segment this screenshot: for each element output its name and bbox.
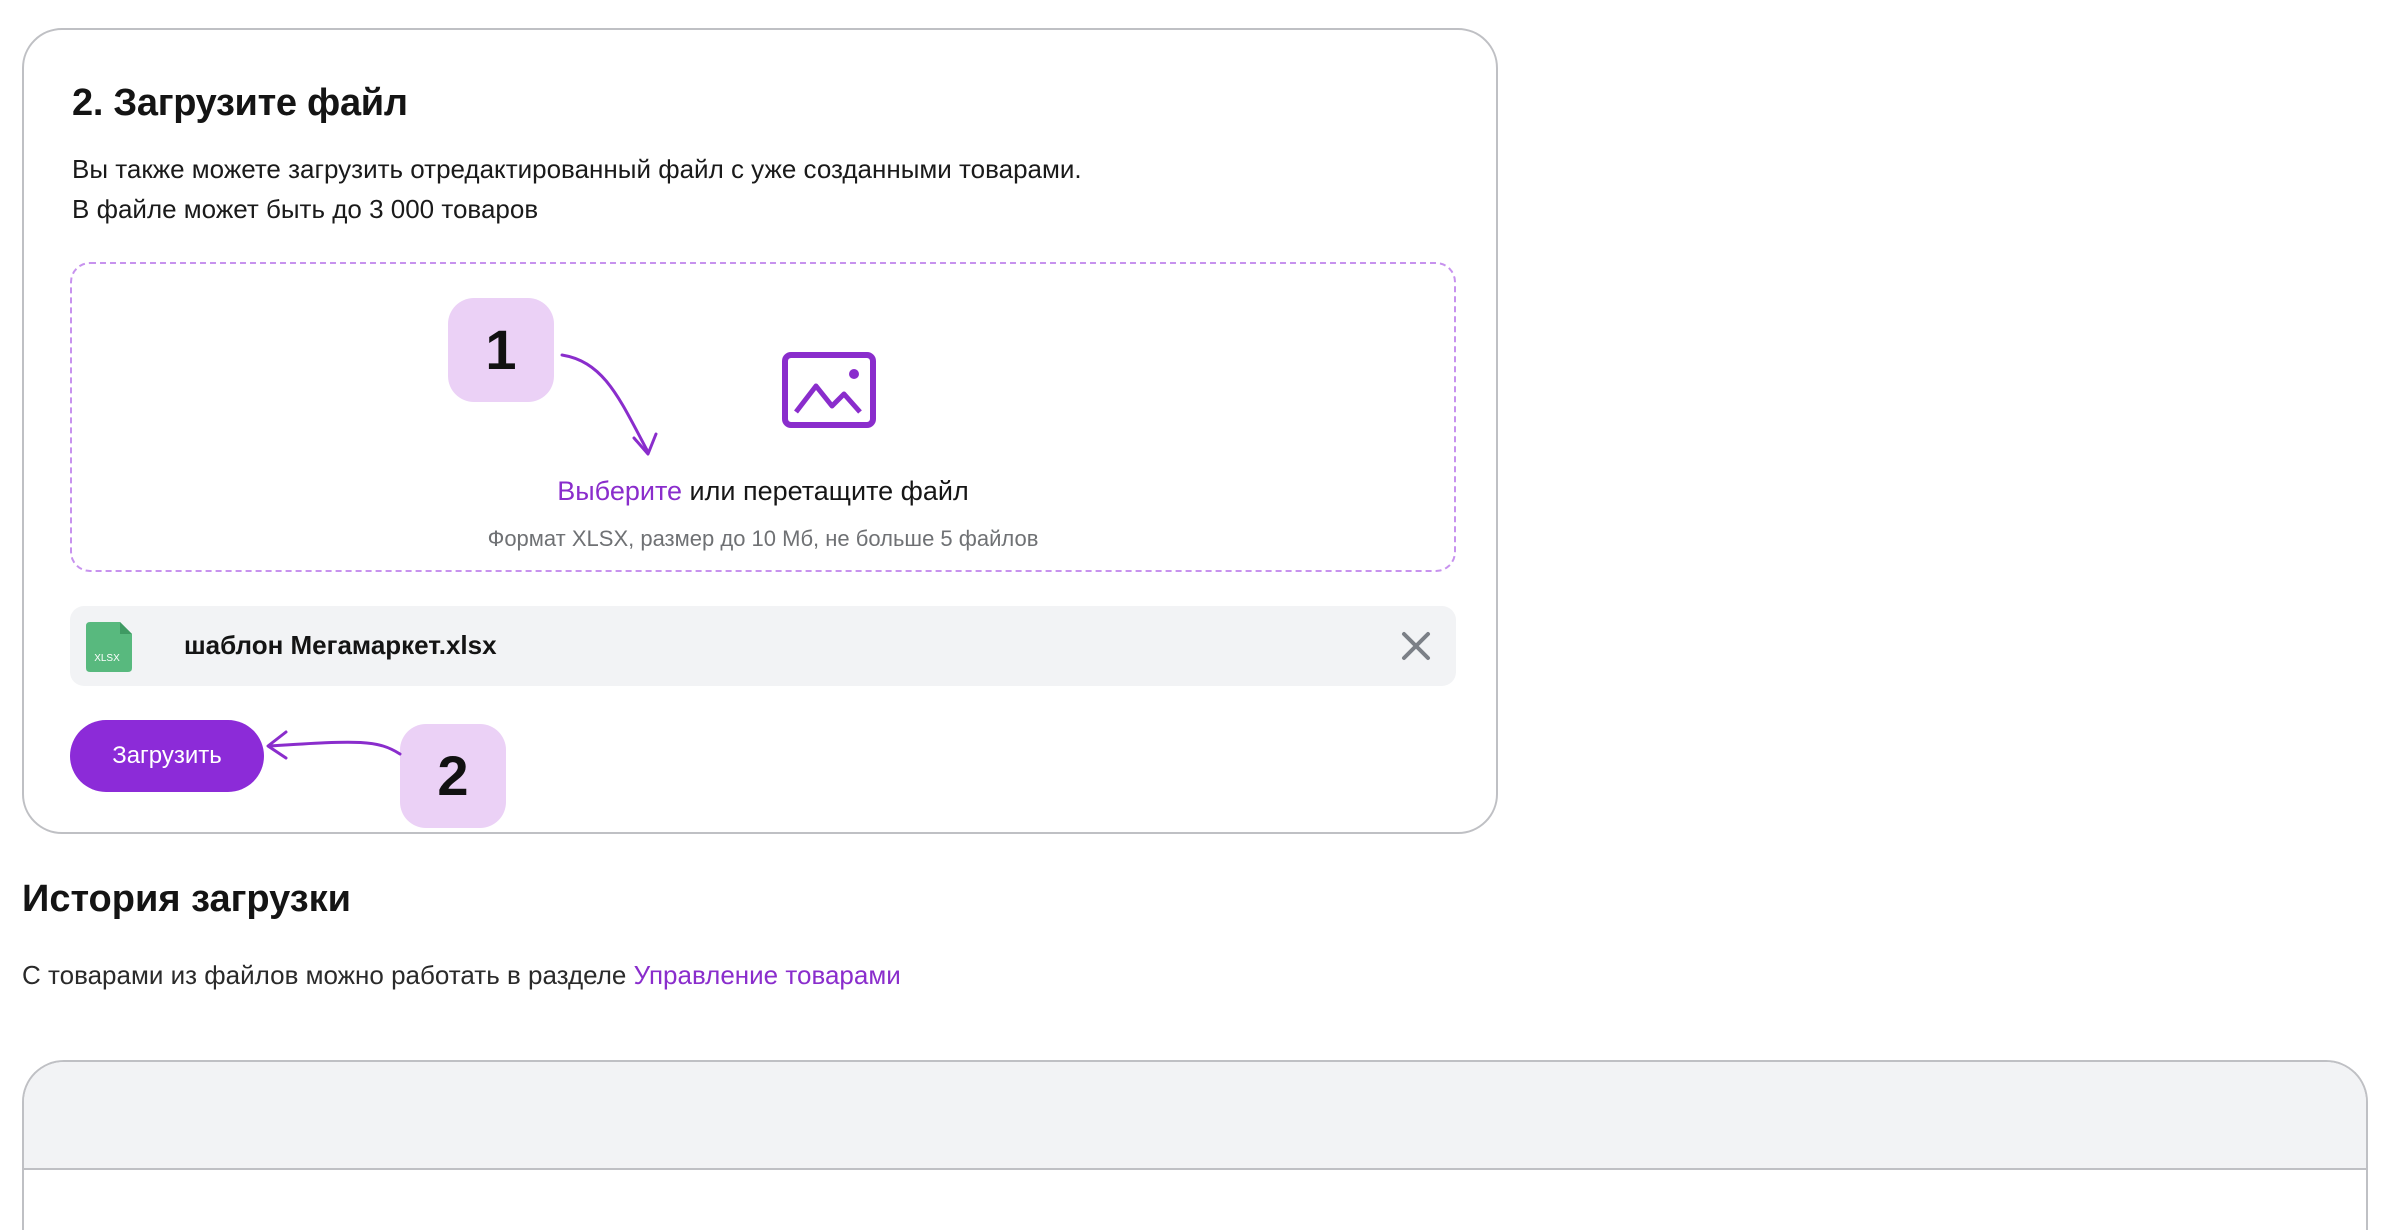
- upload-button[interactable]: Загрузить: [70, 720, 264, 792]
- dropzone-hint: Формат XLSX, размер до 10 Мб, не больше …: [487, 526, 1039, 551]
- history-subtitle-text: С товарами из файлов можно работать в ра…: [22, 960, 634, 990]
- dropzone-instruction: Выберите или перетащите файл: [72, 476, 1454, 507]
- callout-badge-2: 2: [400, 724, 506, 828]
- history-table-header: [24, 1062, 2366, 1170]
- selected-file-row: XLSX шаблон Мегамаркет.xlsx: [70, 606, 1456, 686]
- drag-file-text: или перетащите файл: [682, 476, 969, 506]
- file-name: шаблон Мегамаркет.xlsx: [184, 630, 497, 660]
- file-dropzone[interactable]: Выберите или перетащите файл Формат XLSX…: [70, 262, 1456, 572]
- history-table: [22, 1060, 2368, 1230]
- history-title: История загрузки: [22, 878, 352, 920]
- manage-products-link[interactable]: Управление товарами: [634, 960, 901, 990]
- upload-description-line1: Вы также можете загрузить отредактирован…: [72, 154, 1082, 184]
- history-subtitle: С товарами из файлов можно работать в ра…: [22, 960, 901, 991]
- upload-description-line2: В файле может быть до 3 000 товаров: [72, 194, 539, 224]
- xlsx-file-icon: XLSX: [86, 622, 132, 672]
- close-icon[interactable]: [1398, 628, 1434, 664]
- choose-file-link[interactable]: Выберите: [557, 476, 682, 506]
- upload-card-title: 2. Загрузите файл: [72, 82, 408, 124]
- callout-badge-1: 1: [448, 298, 554, 402]
- image-icon: [782, 352, 876, 428]
- upload-card: 2. Загрузите файл Вы также можете загруз…: [22, 28, 1498, 834]
- xlsx-icon-label: XLSX: [94, 653, 120, 664]
